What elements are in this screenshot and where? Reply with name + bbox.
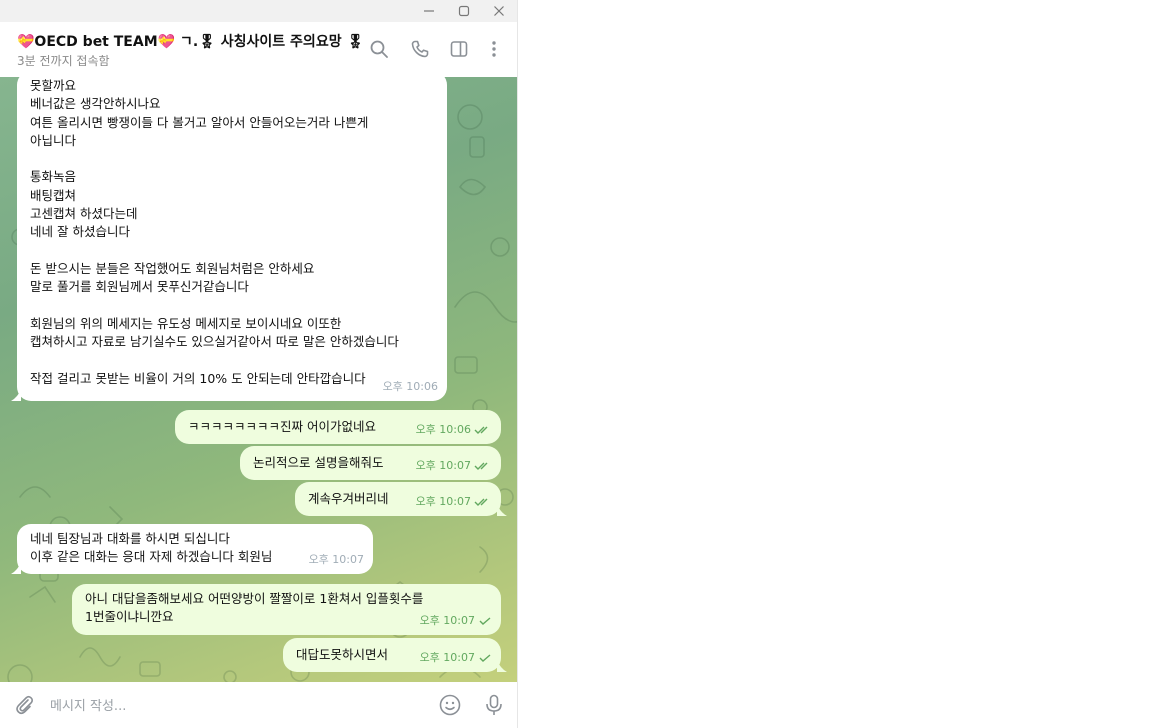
more-vertical-icon xyxy=(492,41,496,57)
compose-bar xyxy=(0,682,517,728)
double-check-icon xyxy=(474,462,488,470)
message-outgoing[interactable]: 논리적으로 설명을해줘도 오후 10:07 xyxy=(240,446,501,480)
message-time: 오후 10:06 xyxy=(382,379,438,393)
window-titlebar xyxy=(0,0,517,22)
sidebar-toggle-icon xyxy=(450,41,468,57)
microphone-icon xyxy=(486,694,502,715)
emoji-button[interactable] xyxy=(437,692,463,718)
double-check-icon xyxy=(474,498,488,506)
message-meta: 오후 10:07 xyxy=(420,649,492,667)
message-input[interactable] xyxy=(48,692,422,720)
message-time: 오후 10:07 xyxy=(415,494,471,508)
message-meta: 오후 10:07 xyxy=(416,457,492,475)
phone-icon xyxy=(411,40,429,58)
maximize-button[interactable] xyxy=(447,0,481,22)
minimize-button[interactable] xyxy=(412,0,446,22)
bubble-tail xyxy=(11,562,21,574)
chat-header[interactable]: 💝OECD bet TEAM💝 ㄱ.🎖 사칭사이트 주의요망 🎖 3분 전까지 … xyxy=(0,22,517,78)
emoji-icon xyxy=(439,694,461,716)
close-button[interactable] xyxy=(482,0,516,22)
message-outgoing[interactable]: 아니 대답을좀해보세요 어떤양방이 짤짤이로 1환쳐서 입플횟수를 1번줄이냐니… xyxy=(72,584,501,635)
bubble-tail xyxy=(11,389,21,401)
close-icon xyxy=(494,6,504,16)
message-outgoing[interactable]: ㅋㅋㅋㅋㅋㅋㅋㅋ진짜 어이가없네요 오후 10:06 xyxy=(175,410,501,444)
message-time: 오후 10:07 xyxy=(419,613,475,627)
message-time: 오후 10:07 xyxy=(415,458,471,472)
message-meta: 오후 10:07 xyxy=(309,551,364,569)
last-seen-status: 3분 전까지 접속함 xyxy=(17,54,110,68)
search-icon xyxy=(370,40,388,58)
message-outgoing[interactable]: 계속우겨버리네 오후 10:07 xyxy=(295,482,507,516)
call-button[interactable] xyxy=(408,37,432,61)
search-button[interactable] xyxy=(367,37,391,61)
message-time: 오후 10:06 xyxy=(415,422,471,436)
check-icon xyxy=(479,654,491,662)
message-time: 오후 10:07 xyxy=(308,552,364,566)
message-incoming[interactable]: 네네 팀장님과 대화를 하시면 되십니다 이후 같은 대화는 응대 자제 하겠습… xyxy=(11,524,373,574)
double-check-icon xyxy=(474,426,488,434)
bubble-tail xyxy=(497,504,507,516)
message-meta: 오후 10:06 xyxy=(383,378,438,396)
voice-message-button[interactable] xyxy=(481,692,507,718)
bubble-tail xyxy=(497,660,507,672)
more-menu-button[interactable] xyxy=(482,37,506,61)
chat-title[interactable]: 💝OECD bet TEAM💝 ㄱ.🎖 사칭사이트 주의요망 🎖 xyxy=(17,31,364,51)
check-icon xyxy=(479,617,491,625)
attach-icon xyxy=(16,695,34,715)
message-incoming[interactable]: 못할까요 베너값은 생각안하시나요 여튼 올리시면 빵쟁이들 다 볼거고 알아서… xyxy=(11,77,447,401)
maximize-icon xyxy=(458,5,470,17)
message-meta: 오후 10:06 xyxy=(416,421,492,439)
minimize-icon xyxy=(424,10,434,12)
attach-button[interactable] xyxy=(11,692,37,718)
telegram-window: 💝OECD bet TEAM💝 ㄱ.🎖 사칭사이트 주의요망 🎖 3분 전까지 … xyxy=(0,0,518,728)
message-meta: 오후 10:07 xyxy=(416,493,492,511)
message-text: 못할까요 베너값은 생각안하시나요 여튼 올리시면 빵쟁이들 다 볼거고 알아서… xyxy=(30,78,399,386)
message-list[interactable]: 못할까요 베너값은 생각안하시나요 여튼 올리시면 빵쟁이들 다 볼거고 알아서… xyxy=(0,77,517,682)
message-outgoing[interactable]: 대답도못하시면서 오후 10:07 xyxy=(283,638,507,672)
message-time: 오후 10:07 xyxy=(419,650,475,664)
sidebar-toggle-button[interactable] xyxy=(447,37,471,61)
message-meta: 오후 10:07 xyxy=(420,612,492,630)
